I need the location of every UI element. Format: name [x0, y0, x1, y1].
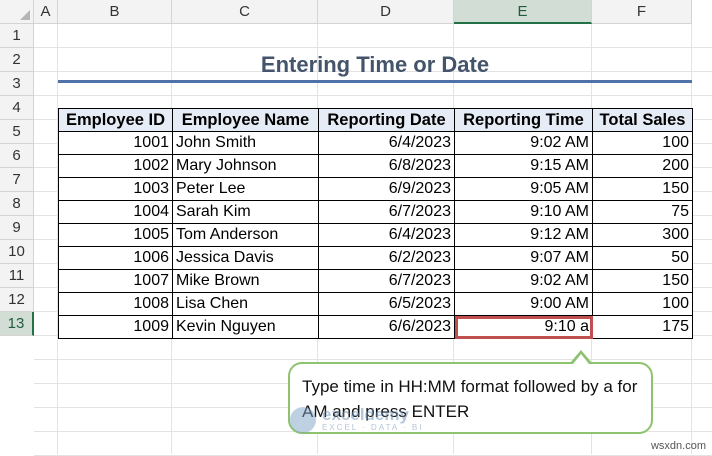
- title-underline: [58, 80, 692, 83]
- table-cell[interactable]: 6/2/2023: [318, 246, 455, 270]
- watermark-tagline: EXCEL · DATA · BI: [322, 423, 424, 432]
- table-cell[interactable]: 1005: [58, 223, 173, 247]
- table-cell[interactable]: 9:02 AM: [454, 131, 593, 155]
- table-row: 1001 John Smith 6/4/2023 9:02 AM 100: [58, 131, 693, 155]
- row-header-2[interactable]: 2: [0, 48, 34, 72]
- column-header-e[interactable]: E: [454, 0, 592, 24]
- column-header-a[interactable]: A: [34, 0, 58, 24]
- table-cell[interactable]: 150: [592, 269, 693, 293]
- row-header-7[interactable]: 7: [0, 168, 34, 192]
- table-cell[interactable]: 9:12 AM: [454, 223, 593, 247]
- table-cell[interactable]: 1002: [58, 154, 173, 178]
- table-cell[interactable]: 1003: [58, 177, 173, 201]
- active-cell-editing[interactable]: 9:10 a: [454, 315, 593, 339]
- table-cell[interactable]: John Smith: [172, 131, 319, 155]
- table-cell[interactable]: Lisa Chen: [172, 292, 319, 316]
- table-row: 1009 Kevin Nguyen 6/6/2023 9:10 a 175: [58, 315, 693, 339]
- row-header-10[interactable]: 10: [0, 240, 34, 264]
- table-cell[interactable]: 1008: [58, 292, 173, 316]
- table-cell[interactable]: 6/7/2023: [318, 200, 455, 224]
- row-header-6[interactable]: 6: [0, 144, 34, 168]
- grid-line-horizontal: [34, 359, 712, 360]
- table-row: 1003 Peter Lee 6/9/2023 9:05 AM 150: [58, 177, 693, 201]
- header-cell[interactable]: Employee Name: [172, 108, 319, 132]
- table-cell[interactable]: 1007: [58, 269, 173, 293]
- table-row: 1008 Lisa Chen 6/5/2023 9:00 AM 100: [58, 292, 693, 316]
- table-cell[interactable]: 6/6/2023: [318, 315, 455, 339]
- table-cell[interactable]: Kevin Nguyen: [172, 315, 319, 339]
- table-cell[interactable]: Mike Brown: [172, 269, 319, 293]
- table-row: 1005 Tom Anderson 6/4/2023 9:12 AM 300: [58, 223, 693, 247]
- employee-table: Employee ID Employee Name Reporting Date Re…: [58, 108, 693, 339]
- callout-pointer-inner: [573, 354, 589, 364]
- spreadsheet: ABCDEF 1 2 3 4 5 6 7 8 9 10 11 12 13 Entering Time o…: [0, 0, 712, 456]
- row-header-1[interactable]: 1: [0, 24, 34, 48]
- page-title: Entering Time or Date: [260, 52, 490, 77]
- table-cell[interactable]: 200: [592, 154, 693, 178]
- table-cell[interactable]: Tom Anderson: [172, 223, 319, 247]
- table-cell[interactable]: Peter Lee: [172, 177, 319, 201]
- table-cell[interactable]: Sarah Kim: [172, 200, 319, 224]
- table-cell[interactable]: 9:00 AM: [454, 292, 593, 316]
- table-cell[interactable]: 6/4/2023: [318, 223, 455, 247]
- table-cell[interactable]: 100: [592, 292, 693, 316]
- table-cell[interactable]: Jessica Davis: [172, 246, 319, 270]
- table-cell[interactable]: 6/7/2023: [318, 269, 455, 293]
- watermark-name: exceldemy: [322, 405, 409, 424]
- table-cell[interactable]: 150: [592, 177, 693, 201]
- select-all-corner[interactable]: [0, 0, 34, 24]
- row-header-3[interactable]: 3: [0, 72, 34, 96]
- site-credit: wsxdn.com: [650, 440, 706, 452]
- column-header-c[interactable]: C: [172, 0, 318, 24]
- table-cell[interactable]: 1009: [58, 315, 173, 339]
- row-header-8[interactable]: 8: [0, 192, 34, 216]
- table-row: 1006 Jessica Davis 6/2/2023 9:07 AM 50: [58, 246, 693, 270]
- header-cell[interactable]: Reporting Date: [318, 108, 455, 132]
- table-row: 1002 Mary Johnson 6/8/2023 9:15 AM 200: [58, 154, 693, 178]
- table-cell[interactable]: 6/4/2023: [318, 131, 455, 155]
- header-cell[interactable]: Total Sales: [592, 108, 693, 132]
- table-cell[interactable]: 1004: [58, 200, 173, 224]
- table-cell[interactable]: 75: [592, 200, 693, 224]
- column-header-f[interactable]: F: [592, 0, 692, 24]
- table-cell[interactable]: 50: [592, 246, 693, 270]
- table-cell[interactable]: 300: [592, 223, 693, 247]
- table-cell[interactable]: Mary Johnson: [172, 154, 319, 178]
- row-header-12[interactable]: 12: [0, 288, 34, 312]
- row-header-4[interactable]: 4: [0, 96, 34, 120]
- column-header-b[interactable]: B: [58, 0, 172, 24]
- header-cell[interactable]: Reporting Time: [454, 108, 593, 132]
- table-cell[interactable]: 9:07 AM: [454, 246, 593, 270]
- table-row: 1007 Mike Brown 6/7/2023 9:02 AM 150: [58, 269, 693, 293]
- table-cell[interactable]: 1006: [58, 246, 173, 270]
- table-cell[interactable]: 6/8/2023: [318, 154, 455, 178]
- row-header-5[interactable]: 5: [0, 120, 34, 144]
- watermark: exceldemy EXCEL · DATA · BI: [290, 406, 423, 433]
- exceldemy-logo-icon: [290, 406, 316, 433]
- table-cell[interactable]: 9:02 AM: [454, 269, 593, 293]
- table-cell[interactable]: 9:05 AM: [454, 177, 593, 201]
- header-cell[interactable]: Employee ID: [58, 108, 173, 132]
- table-cell[interactable]: 6/5/2023: [318, 292, 455, 316]
- table-cell[interactable]: 100: [592, 131, 693, 155]
- table-row: 1004 Sarah Kim 6/7/2023 9:10 AM 75: [58, 200, 693, 224]
- table-cell[interactable]: 6/9/2023: [318, 177, 455, 201]
- row-header-9[interactable]: 9: [0, 216, 34, 240]
- table-cell[interactable]: 175: [592, 315, 693, 339]
- table-cell[interactable]: 1001: [58, 131, 173, 155]
- row-header-13[interactable]: 13: [0, 312, 34, 336]
- column-header-d[interactable]: D: [318, 0, 454, 24]
- table-cell[interactable]: 9:10 AM: [454, 200, 593, 224]
- row-header-11[interactable]: 11: [0, 264, 34, 288]
- grid-line-horizontal: [34, 95, 712, 96]
- table-cell[interactable]: 9:15 AM: [454, 154, 593, 178]
- table-header-row: Employee ID Employee Name Reporting Date Re…: [58, 108, 693, 132]
